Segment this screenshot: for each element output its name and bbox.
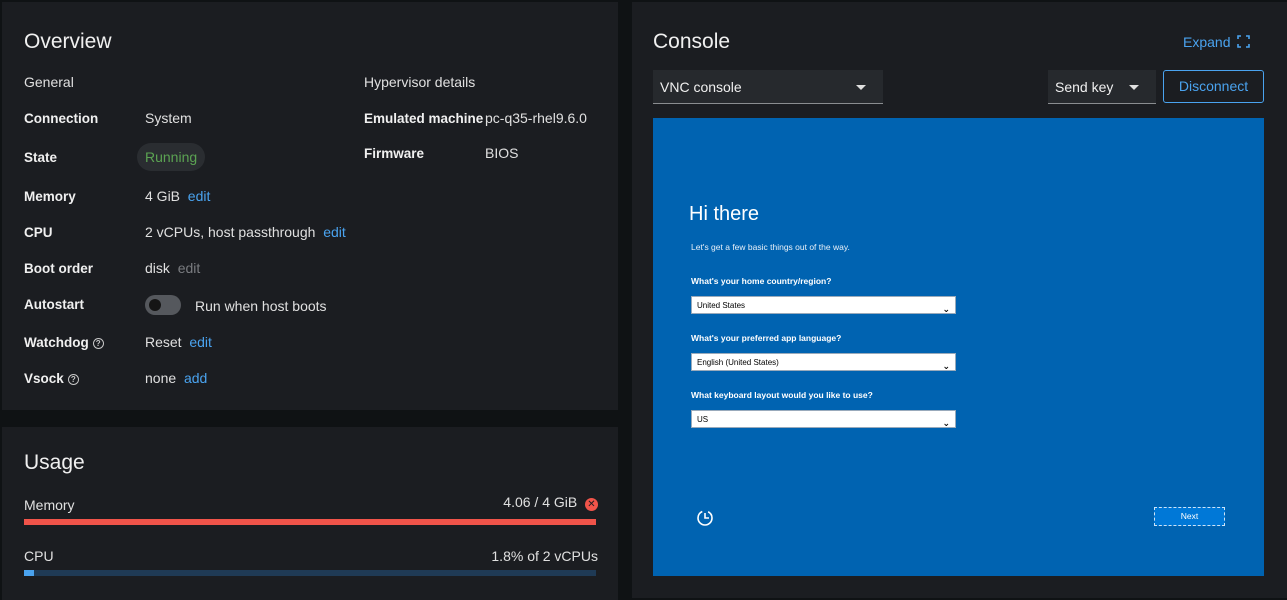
question-circle-icon[interactable]: ? [92, 338, 104, 349]
usage-memory-label: Memory [24, 497, 75, 513]
autostart-toggle[interactable] [145, 295, 181, 315]
usage-card: Usage Memory 4.06 / 4 GiB ✕ CPU 1.8% of … [2, 427, 618, 600]
watchdog-label-group: Watchdog? [24, 335, 104, 350]
vsock-label: Vsock [24, 371, 64, 386]
firmware-label: Firmware [364, 146, 425, 161]
caret-down-icon [1129, 85, 1139, 90]
connection-label: Connection [24, 111, 99, 126]
watchdog-value-group: Reset edit [145, 334, 212, 350]
general-heading: General [24, 74, 74, 90]
boot-order-label: Boot order [24, 261, 93, 276]
expand-label: Expand [1183, 34, 1231, 50]
emulated-machine-value: pc-q35-rhel9.6.0 [485, 110, 587, 126]
chevron-down-icon: ⌄ [942, 361, 950, 371]
vnc-subtitle: Let's get a few basic things out of the … [691, 242, 850, 252]
vnc-title: Hi there [689, 203, 760, 225]
memory-usage-bar-fill [24, 519, 596, 525]
vnc-region-value: United States [697, 301, 746, 310]
question-circle-icon[interactable]: ? [67, 374, 79, 385]
console-type-select[interactable]: VNC console [653, 70, 883, 104]
vsock-value-group: none add [145, 370, 207, 386]
cpu-value: 2 vCPUs, host passthrough [145, 224, 316, 240]
vnc-next-button[interactable]: Next [1154, 507, 1225, 526]
vnc-question-keyboard: What keyboard layout would you like to u… [691, 390, 873, 400]
boot-order-value: disk [145, 260, 170, 276]
overview-card: Overview General Hypervisor details Conn… [2, 2, 618, 410]
overview-title: Overview [24, 30, 112, 53]
cpu-label: CPU [24, 225, 53, 240]
watchdog-edit-link[interactable]: edit [189, 334, 212, 350]
vnc-language-value: English (United States) [697, 358, 779, 367]
times-circle-icon: ✕ [585, 498, 598, 511]
boot-order-edit-link[interactable]: edit [178, 260, 201, 276]
cpu-usage-bar [24, 570, 596, 576]
cpu-usage-bar-fill [24, 570, 35, 576]
vnc-keyboard-value: US [697, 415, 709, 424]
vnc-question-language: What's your preferred app language? [691, 333, 842, 343]
usage-cpu-label: CPU [24, 548, 54, 564]
console-title: Console [653, 30, 731, 53]
vnc-screen[interactable]: Hi there Let's get a few basic things ou… [653, 118, 1264, 576]
hypervisor-heading: Hypervisor details [364, 74, 476, 90]
expand-icon [1237, 35, 1251, 48]
vsock-add-link[interactable]: add [184, 370, 207, 386]
ease-of-access-icon[interactable] [695, 507, 715, 527]
caret-down-icon [856, 85, 866, 90]
vsock-value: none [145, 370, 177, 386]
state-label: State [24, 150, 58, 165]
vsock-label-group: Vsock? [24, 371, 79, 386]
emulated-machine-label: Emulated machine [364, 111, 484, 126]
chevron-down-icon: ⌄ [942, 304, 950, 314]
cpu-edit-link[interactable]: edit [323, 224, 346, 240]
connection-value: System [145, 110, 192, 126]
watchdog-label: Watchdog [24, 335, 89, 350]
usage-cpu-value: 1.8% of 2 vCPUs [491, 548, 598, 564]
console-type-value: VNC console [660, 79, 742, 95]
usage-memory-value: 4.06 / 4 GiB [503, 494, 578, 510]
autostart-toggle-label: Run when host boots [195, 298, 327, 314]
vnc-question-region: What's your home country/region? [691, 276, 832, 286]
send-key-label: Send key [1055, 79, 1114, 95]
memory-value-group: 4 GiB edit [145, 188, 210, 204]
memory-usage-bar [24, 519, 596, 525]
memory-label: Memory [24, 189, 76, 204]
watchdog-value: Reset [145, 334, 182, 350]
memory-edit-link[interactable]: edit [188, 188, 211, 204]
expand-button[interactable]: Expand [1183, 34, 1251, 50]
memory-value: 4 GiB [145, 188, 181, 204]
vnc-keyboard-select[interactable]: US ⌄ [691, 410, 956, 428]
cpu-value-group: 2 vCPUs, host passthrough edit [145, 224, 346, 240]
autostart-label: Autostart [24, 297, 84, 312]
chevron-down-icon: ⌄ [942, 418, 950, 428]
vnc-language-select[interactable]: English (United States) ⌄ [691, 353, 956, 371]
usage-title: Usage [24, 451, 85, 474]
boot-order-value-group: disk edit [145, 260, 200, 276]
toggle-knob [149, 299, 161, 311]
usage-memory-value-group: 4.06 / 4 GiB ✕ [503, 494, 598, 511]
firmware-value: BIOS [485, 145, 519, 161]
send-key-dropdown[interactable]: Send key [1048, 70, 1156, 104]
disconnect-button[interactable]: Disconnect [1163, 70, 1264, 103]
state-badge: Running [137, 143, 206, 171]
vnc-region-select[interactable]: United States ⌄ [691, 296, 956, 314]
